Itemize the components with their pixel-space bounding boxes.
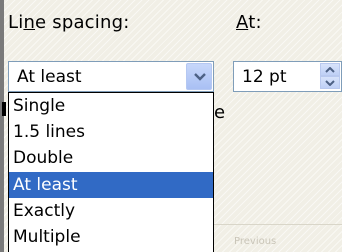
line-spacing-label: Line spacing:	[8, 12, 130, 33]
section-divider	[214, 224, 342, 225]
at-decrement-button[interactable]	[320, 76, 340, 89]
at-spinbox[interactable]: 12 pt	[233, 61, 342, 92]
obscured-text-fragment	[2, 102, 6, 116]
line-spacing-dropdown-list: Single 1.5 lines Double At least Exactly…	[8, 92, 214, 252]
at-increment-button[interactable]	[320, 63, 340, 76]
at-spin-arrows	[320, 63, 340, 90]
chevron-down-icon	[194, 73, 206, 81]
dialog-left-edge	[0, 0, 4, 252]
line-spacing-dropdown-button[interactable]	[186, 63, 212, 90]
preview-caption: Previous	[234, 236, 277, 247]
chevron-up-icon	[325, 67, 335, 73]
line-spacing-selected-value: At least	[17, 67, 82, 87]
option-multiple[interactable]: Multiple	[9, 224, 213, 250]
chevron-down-icon	[325, 80, 335, 86]
option-1-5-lines[interactable]: 1.5 lines	[9, 119, 213, 145]
at-value: 12 pt	[242, 67, 287, 87]
at-label: At:	[236, 12, 262, 33]
option-at-least[interactable]: At least	[9, 172, 213, 198]
option-single[interactable]: Single	[9, 93, 213, 119]
option-exactly[interactable]: Exactly	[9, 198, 213, 224]
option-double[interactable]: Double	[9, 145, 213, 171]
line-spacing-combobox[interactable]: At least	[8, 61, 214, 92]
obscured-label-fragment: e	[214, 102, 226, 123]
